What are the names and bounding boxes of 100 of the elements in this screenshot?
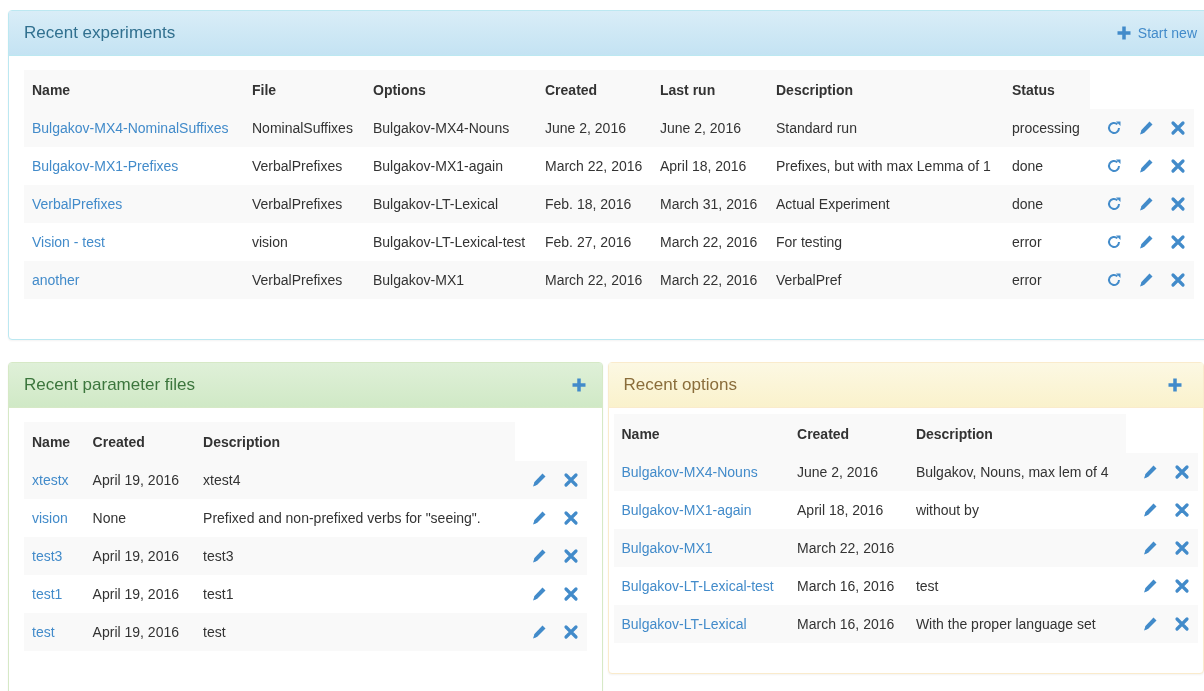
- table-cell: VerbalPrefixes: [252, 158, 343, 174]
- refresh-icon[interactable]: [1106, 234, 1122, 250]
- table-cell: processing: [1012, 120, 1080, 136]
- table-cell: xtest4: [203, 472, 241, 488]
- delete-icon[interactable]: [562, 586, 579, 602]
- column-header: Name: [613, 414, 789, 453]
- table-cell: March 22, 2016: [797, 540, 895, 556]
- delete-icon[interactable]: [1170, 272, 1186, 288]
- table-cell: test: [915, 578, 939, 594]
- table-cell: March 16, 2016: [797, 616, 895, 632]
- table-cell: Feb. 27, 2016: [545, 234, 632, 250]
- table-cell: For testing: [776, 234, 843, 250]
- panel-title: Recent experiments: [24, 23, 176, 43]
- table-cell: test: [203, 624, 226, 640]
- pencil-icon[interactable]: [530, 510, 547, 526]
- delete-icon[interactable]: [562, 510, 579, 526]
- pencil-icon[interactable]: [1138, 158, 1154, 174]
- table-cell: Bulgakov-MX4-Nouns: [373, 120, 510, 136]
- delete-icon[interactable]: [1170, 158, 1186, 174]
- panel-title: Recent options: [623, 375, 737, 395]
- table-cell: Actual Experiment: [776, 196, 890, 212]
- pencil-icon[interactable]: [1138, 120, 1154, 136]
- name-link[interactable]: test1: [32, 586, 63, 602]
- column-header: Status: [1004, 70, 1090, 109]
- table-cell: March 22, 2016: [545, 158, 643, 174]
- delete-icon[interactable]: [562, 548, 579, 564]
- delete-icon[interactable]: [1170, 196, 1186, 212]
- column-header: Description: [195, 422, 515, 461]
- name-link[interactable]: VerbalPrefixes: [32, 196, 123, 212]
- refresh-icon[interactable]: [1106, 120, 1122, 136]
- pencil-icon[interactable]: [1142, 578, 1158, 594]
- column-header: Created: [84, 422, 196, 461]
- column-header: Last run: [652, 70, 768, 109]
- refresh-icon[interactable]: [1106, 196, 1122, 212]
- plus-icon: [1167, 377, 1183, 393]
- delete-icon[interactable]: [1174, 616, 1190, 632]
- table-cell: test3: [203, 548, 234, 564]
- pencil-icon[interactable]: [1142, 616, 1158, 632]
- table-cell: With the proper language set: [915, 616, 1096, 632]
- table-cell: done: [1012, 196, 1044, 212]
- delete-icon[interactable]: [562, 472, 579, 488]
- table-cell: April 19, 2016: [92, 586, 179, 602]
- name-link[interactable]: Bulgakov-MX1-Prefixes: [32, 158, 179, 174]
- table-cell: NominalSuffixes: [252, 120, 353, 136]
- refresh-icon[interactable]: [1106, 158, 1122, 174]
- add-button[interactable]: [570, 377, 587, 393]
- pencil-icon[interactable]: [1138, 272, 1154, 288]
- start-new-link[interactable]: Start new: [1115, 25, 1197, 41]
- table-cell: June 2, 2016: [660, 120, 741, 136]
- table-cell: error: [1012, 272, 1042, 288]
- delete-icon[interactable]: [1170, 120, 1186, 136]
- table-cell: Prefixed and non-prefixed verbs for "seeing".: [203, 510, 481, 526]
- table-cell: April 19, 2016: [92, 624, 179, 640]
- table-cell: March 22, 2016: [660, 234, 758, 250]
- pencil-icon[interactable]: [530, 548, 547, 564]
- name-link[interactable]: Bulgakov-MX1-again: [621, 502, 752, 518]
- table-cell: VerbalPrefixes: [252, 196, 343, 212]
- plus-icon: [1115, 25, 1132, 41]
- pencil-icon[interactable]: [1142, 464, 1158, 480]
- pencil-icon[interactable]: [530, 472, 547, 488]
- pencil-icon[interactable]: [530, 586, 547, 602]
- column-header: File: [244, 70, 365, 109]
- column-header: Description: [768, 70, 1004, 109]
- delete-icon[interactable]: [1174, 540, 1190, 556]
- table-cell: test1: [203, 586, 234, 602]
- column-header: Options: [365, 70, 537, 109]
- name-link[interactable]: vision: [32, 510, 68, 526]
- table-cell: VerbalPref: [776, 272, 842, 288]
- column-header: Name: [24, 422, 85, 461]
- table-cell: Feb. 18, 2016: [545, 196, 632, 212]
- table-cell: without by: [915, 502, 979, 518]
- table-cell: Standard run: [776, 120, 857, 136]
- pencil-icon[interactable]: [1142, 540, 1158, 556]
- table-cell: Prefixes, but with max Lemma of 1: [776, 158, 991, 174]
- delete-icon[interactable]: [1170, 234, 1186, 250]
- pencil-icon[interactable]: [1138, 234, 1154, 250]
- table-cell: vision: [252, 234, 288, 250]
- refresh-icon[interactable]: [1106, 272, 1122, 288]
- table-cell: April 19, 2016: [92, 548, 179, 564]
- panel-title: Recent parameter files: [24, 375, 196, 395]
- table-cell: error: [1012, 234, 1042, 250]
- delete-icon[interactable]: [562, 624, 579, 640]
- name-link[interactable]: Vision - test: [32, 234, 105, 250]
- table-cell: VerbalPrefixes: [252, 272, 343, 288]
- name-link[interactable]: another: [32, 272, 80, 288]
- table-cell: June 2, 2016: [545, 120, 626, 136]
- column-header: Created: [537, 70, 652, 109]
- pencil-icon[interactable]: [1142, 502, 1158, 518]
- pencil-icon[interactable]: [1138, 196, 1154, 212]
- table-cell: March 22, 2016: [660, 272, 758, 288]
- name-link[interactable]: test: [32, 624, 55, 640]
- delete-icon[interactable]: [1174, 578, 1190, 594]
- table-cell: April 19, 2016: [92, 472, 179, 488]
- table-cell: June 2, 2016: [797, 464, 878, 480]
- add-button[interactable]: [1167, 377, 1183, 393]
- delete-icon[interactable]: [1174, 464, 1190, 480]
- table-cell: April 18, 2016: [660, 158, 747, 174]
- pencil-icon[interactable]: [530, 624, 547, 640]
- delete-icon[interactable]: [1174, 502, 1190, 518]
- name-link[interactable]: Bulgakov-LT-Lexical-test: [621, 578, 774, 594]
